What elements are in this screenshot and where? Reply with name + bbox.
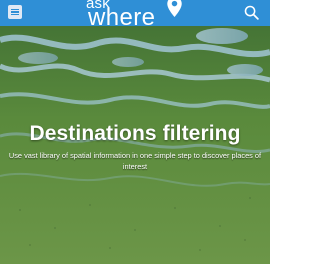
brand-logo[interactable]: ask where	[86, 0, 186, 30]
hero-section: Destinations filtering Use vast library …	[0, 122, 270, 172]
hamburger-menu-icon[interactable]	[8, 5, 22, 19]
brand-text-where: where	[88, 4, 156, 31]
map-pin-icon	[167, 0, 182, 17]
search-icon[interactable]	[243, 4, 260, 21]
top-navigation-bar: ask where	[0, 0, 270, 30]
hamburger-bars	[11, 8, 19, 16]
page: ask where Destinations filtering Use vas…	[0, 0, 270, 264]
hero-subtitle: Use vast library of spatial information …	[8, 151, 262, 171]
hero-title: Destinations filtering	[29, 122, 241, 145]
